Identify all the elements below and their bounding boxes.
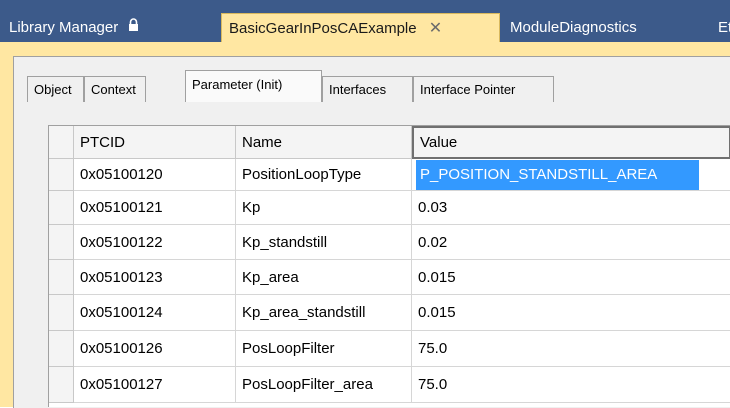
cell-ptcid[interactable]: 0x05100121 — [74, 191, 236, 225]
row-header[interactable] — [49, 295, 74, 331]
tab-basic-gear-in-pos-ca-example[interactable]: BasicGearInPosCAExample ✕ — [221, 13, 500, 42]
cell-name[interactable]: Kp_standstill — [236, 225, 412, 260]
cell-ptcid[interactable]: 0x05100120 — [74, 159, 236, 191]
tab-overflow-label: Et — [718, 19, 730, 36]
cell-value[interactable]: 75.0 — [412, 367, 730, 403]
parameter-grid[interactable]: PTCID Name Value 0x05100120 PositionLoop… — [48, 125, 730, 407]
tab-interfaces[interactable]: Interfaces — [322, 76, 413, 102]
tab-interface-pointer[interactable]: Interface Pointer — [413, 76, 554, 102]
cell-value[interactable]: 0.02 — [412, 225, 730, 260]
column-header-value[interactable]: Value — [412, 126, 730, 159]
tab-overflow[interactable]: Et — [718, 13, 730, 42]
close-icon[interactable]: ✕ — [429, 14, 442, 42]
lock-icon — [128, 13, 139, 41]
row-header[interactable] — [49, 260, 74, 295]
tab-basic-gear-label: BasicGearInPosCAExample — [229, 20, 417, 37]
tab-library-manager[interactable]: Library Manager — [0, 13, 205, 42]
row-header[interactable] — [49, 191, 74, 225]
cell-value[interactable]: 0.015 — [412, 295, 730, 331]
cell-name[interactable]: Kp — [236, 191, 412, 225]
cell-name[interactable]: PosLoopFilter_area — [236, 367, 412, 403]
cell-value[interactable]: 75.0 — [412, 331, 730, 367]
tab-object[interactable]: Object — [27, 76, 84, 102]
tab-parameter-init[interactable]: Parameter (Init) — [185, 70, 322, 102]
row-header[interactable] — [49, 331, 74, 367]
column-header-name[interactable]: Name — [236, 126, 412, 159]
document-tab-strip: Library Manager BasicGearInPosCAExample … — [0, 0, 730, 42]
row-header[interactable] — [49, 367, 74, 403]
tab-context[interactable]: Context — [84, 76, 146, 102]
cell-name[interactable]: Kp_area_standstill — [236, 295, 412, 331]
tab-module-diagnostics[interactable]: ModuleDiagnostics — [500, 13, 690, 42]
cell-name[interactable]: Kp_area — [236, 260, 412, 295]
cell-ptcid[interactable]: 0x05100124 — [74, 295, 236, 331]
cell-value[interactable]: 0.015 — [412, 260, 730, 295]
tab-library-manager-label: Library Manager — [9, 19, 119, 36]
row-header[interactable] — [49, 225, 74, 260]
cell-name[interactable]: PosLoopFilter — [236, 331, 412, 367]
cell-ptcid[interactable]: 0x05100123 — [74, 260, 236, 295]
corner-header — [49, 126, 74, 159]
cell-value[interactable]: 0.03 — [412, 191, 730, 225]
tab-module-diagnostics-label: ModuleDiagnostics — [510, 19, 637, 36]
cell-ptcid[interactable]: 0x05100122 — [74, 225, 236, 260]
cell-name[interactable]: PositionLoopType — [236, 159, 412, 191]
row-header[interactable] — [49, 159, 74, 191]
cell-value-selected[interactable]: P_POSITION_STANDSTILL_AREA — [416, 160, 699, 190]
column-header-ptcid[interactable]: PTCID — [74, 126, 236, 159]
cell-ptcid[interactable]: 0x05100126 — [74, 331, 236, 367]
cell-ptcid[interactable]: 0x05100127 — [74, 367, 236, 403]
cell-value[interactable]: P_POSITION_STANDSTILL_AREA — [412, 159, 730, 191]
